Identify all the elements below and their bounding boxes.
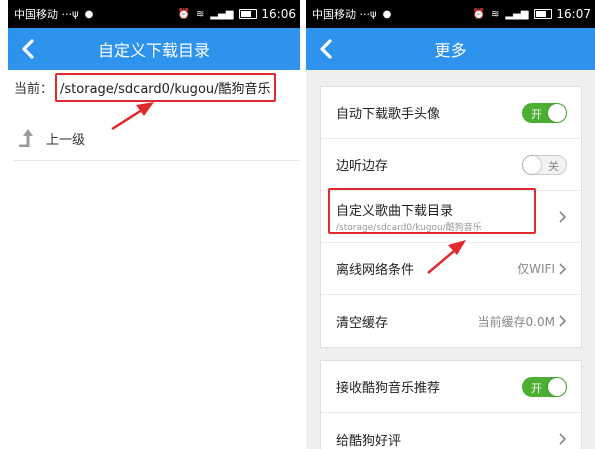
back-arrow-icon[interactable] xyxy=(314,36,340,62)
chevron-right-icon xyxy=(559,262,567,275)
clear-cache-row[interactable]: 清空缓存 当前缓存0.0M xyxy=(321,295,581,347)
left-screen: 中国移动 ··· ψ ● ⏰ ≋ ▂▄▆ 16:06 自定义下载目录 当前： /… xyxy=(8,0,300,449)
auto-download-avatar-row[interactable]: 自动下载歌手头像 开 xyxy=(321,87,581,139)
path-prefix: 当前： xyxy=(14,81,54,97)
settings-group-2: 接收酷狗音乐推荐 开 给酷狗好评 xyxy=(320,360,582,449)
carrier-label: 中国移动 ··· xyxy=(312,8,370,21)
battery-icon xyxy=(239,9,258,19)
title-bar: 自定义下载目录 xyxy=(8,28,300,70)
cache-while-playing-row[interactable]: 边听边存 关 xyxy=(321,139,581,191)
row-label: 接收酷狗音乐推荐 xyxy=(336,381,441,396)
recommend-toggle[interactable]: 开 xyxy=(522,376,567,397)
page-title: 自定义下载目录 xyxy=(97,41,210,60)
row-label: 清空缓存 xyxy=(336,315,389,331)
status-time: 16:07 xyxy=(556,7,591,21)
status-bar: 中国移动 ··· ψ ● ⏰ ≋ ▂▄▆ 16:07 xyxy=(306,0,595,28)
alarm-icon: ⏰ xyxy=(177,8,190,20)
status-bar: 中国移动 ··· ψ ● ⏰ ≋ ▂▄▆ 16:06 xyxy=(8,0,300,28)
row-label: 给酷狗好评 xyxy=(336,433,402,449)
carrier-label: 中国移动 ··· xyxy=(14,8,72,21)
cache-toggle[interactable]: 关 xyxy=(522,154,567,175)
wifi-icon: ≋ xyxy=(195,8,205,20)
notification-icon: ● xyxy=(84,8,94,20)
chevron-right-icon xyxy=(559,210,567,223)
current-path: /storage/sdcard0/kugou/酷狗音乐 xyxy=(55,72,276,102)
chevron-right-icon xyxy=(559,315,567,327)
toggle-knob xyxy=(548,103,566,122)
notification-icon: ● xyxy=(382,8,392,20)
wifi-icon: ≋ xyxy=(490,8,500,20)
receive-recommend-row[interactable]: 接收酷狗音乐推荐 开 xyxy=(321,361,581,413)
row-label: 边听边存 xyxy=(336,159,389,174)
signal-icon: ▂▄▆ xyxy=(210,8,234,20)
page-title: 更多 xyxy=(434,41,467,60)
signal-icon: ▂▄▆ xyxy=(505,8,529,20)
alarm-icon: ⏰ xyxy=(472,8,485,20)
battery-icon xyxy=(534,9,553,19)
row-value: 仅WIFI xyxy=(517,262,555,276)
status-time: 16:06 xyxy=(261,7,296,21)
usb-icon: ψ xyxy=(370,8,377,20)
auto-avatar-toggle[interactable]: 开 xyxy=(522,102,567,123)
up-level-icon xyxy=(19,129,33,147)
parent-directory-label: 上一级 xyxy=(46,132,86,148)
annotation-arrow-left xyxy=(111,102,154,131)
rate-app-row[interactable]: 给酷狗好评 xyxy=(321,413,581,449)
title-bar: 更多 xyxy=(306,28,595,70)
back-arrow-icon[interactable] xyxy=(16,36,42,62)
annotation-arrow-right xyxy=(427,240,466,274)
toggle-text: 开 xyxy=(531,107,542,121)
toggle-text: 开 xyxy=(531,381,542,395)
row-value: 当前缓存0.0M xyxy=(477,314,555,329)
toggle-knob xyxy=(548,377,566,396)
toggle-knob xyxy=(523,155,541,174)
chevron-right-icon xyxy=(559,433,567,445)
highlight-box xyxy=(328,188,536,234)
row-label: 自动下载歌手头像 xyxy=(336,107,441,122)
toggle-text: 关 xyxy=(548,159,559,173)
usb-icon: ψ xyxy=(72,8,79,20)
right-screen: 中国移动 ··· ψ ● ⏰ ≋ ▂▄▆ 16:07 更多 自动下载歌手头像 开… xyxy=(306,0,595,449)
divider xyxy=(14,160,300,161)
